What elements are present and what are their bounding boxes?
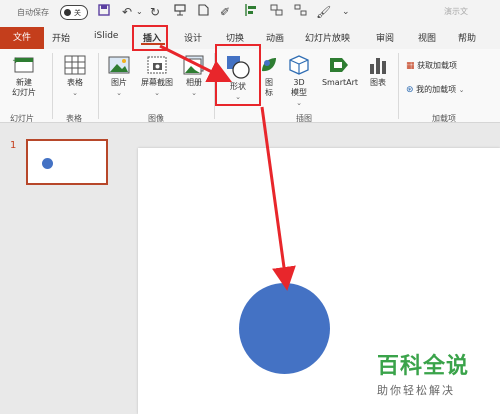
tab-transitions[interactable]: 切换 [226, 31, 244, 44]
group-divider [98, 53, 99, 119]
album-icon [183, 55, 204, 75]
customize-qat-icon[interactable]: ⌄ [342, 4, 350, 20]
smartart-button[interactable]: SmartArt [318, 54, 362, 88]
watermark-title: 百科全说 [377, 354, 470, 379]
cube-icon [289, 55, 309, 75]
screenshot-label: 屏幕截图 [141, 78, 173, 87]
chart-label: 图表 [370, 78, 386, 87]
paint-brush-icon[interactable]: 🖌 [316, 4, 331, 20]
tab-help[interactable]: 帮助 [458, 31, 476, 44]
align-icon[interactable] [244, 4, 258, 20]
chart-icon [370, 58, 386, 74]
album-label: 相册 [186, 78, 202, 87]
thumbnail-circle [42, 158, 53, 169]
group-tables-label: 表格 [66, 114, 82, 123]
picture-button[interactable]: 图片 ⌄ [104, 54, 134, 98]
new-slide-button[interactable]: + 新建 幻灯片 [5, 54, 43, 98]
autosave-label: 自动保存 [17, 8, 49, 17]
my-addins-dropdown-icon: ⌄ [458, 86, 465, 94]
watermark-subtitle: 助你轻松解决 [377, 384, 455, 397]
get-addins-label: 获取加载项 [417, 61, 458, 70]
store-icon: ▦ [406, 61, 415, 71]
get-addins-button[interactable]: ▦ 获取加载项 [406, 61, 500, 71]
group-illustrations-label: 插图 [296, 114, 312, 123]
tab-design[interactable]: 设计 [184, 31, 202, 44]
3d-models-dropdown-icon: ⌄ [296, 99, 302, 107]
quick-access-toolbar: 自动保存 关 ↶ ⌄ ↻ ✐ 🖌 ⌄ 演示文 [0, 0, 500, 27]
new-document-icon[interactable] [198, 4, 209, 20]
undo-icon[interactable]: ↶ [122, 4, 132, 20]
table-button[interactable]: 表格 ⌄ [60, 54, 90, 98]
icons-label: 图 标 [265, 78, 273, 97]
save-icon[interactable] [98, 4, 110, 20]
chart-button[interactable]: 图表 [364, 54, 392, 88]
autosave-state: 关 [74, 9, 81, 17]
3d-models-button[interactable]: 3D 模型 ⌄ [284, 54, 314, 108]
tab-review[interactable]: 审阅 [376, 31, 394, 44]
table-dropdown-icon: ⌄ [72, 89, 78, 97]
3d-models-label: 3D 模型 [291, 78, 307, 97]
format-painter-icon[interactable]: ✐ [220, 4, 230, 20]
circle-shape[interactable] [239, 283, 330, 374]
smartart-label: SmartArt [321, 78, 359, 87]
album-button[interactable]: 相册 ⌄ [180, 54, 208, 98]
picture-dropdown-icon: ⌄ [116, 89, 122, 97]
group-divider [52, 53, 53, 119]
group-addins-label: 加载项 [432, 114, 456, 123]
icons-insert-icon [262, 58, 276, 72]
addins-icon: ⊛ [406, 85, 414, 95]
ungroup-icon[interactable] [294, 4, 307, 20]
tab-view[interactable]: 视图 [418, 31, 436, 44]
tab-slideshow[interactable]: 幻灯片放映 [305, 31, 350, 44]
picture-label: 图片 [111, 78, 127, 87]
screenshot-dropdown-icon: ⌄ [154, 89, 160, 97]
picture-icon [108, 56, 130, 74]
group-images-label: 图像 [148, 114, 164, 123]
table-icon [64, 55, 86, 75]
screenshot-icon [147, 56, 167, 74]
tab-home[interactable]: 开始 [52, 31, 70, 44]
tab-islide[interactable]: iSlide [94, 31, 118, 41]
icons-button[interactable]: 图 标 [258, 54, 280, 98]
shapes-button-highlight [215, 44, 261, 106]
group-divider [398, 53, 399, 119]
slide-thumbnail[interactable] [26, 139, 108, 185]
svg-text:+: + [12, 56, 20, 66]
table-label: 表格 [67, 78, 83, 87]
undo-dropdown-icon[interactable]: ⌄ [136, 4, 143, 20]
my-addins-button[interactable]: ⊛ 我的加载项 ⌄ [406, 85, 500, 95]
tab-animations[interactable]: 动画 [266, 31, 284, 44]
album-dropdown-icon: ⌄ [191, 89, 197, 97]
toggle-knob [64, 9, 71, 16]
group-slides-label: 幻灯片 [10, 114, 34, 123]
watermark: 百科全说 助你轻松解决 [377, 354, 497, 398]
my-addins-label: 我的加载项 [416, 85, 457, 94]
tab-file[interactable]: 文件 [0, 27, 44, 49]
document-title: 演示文 [444, 7, 468, 16]
present-icon[interactable] [174, 4, 186, 20]
insert-tab-highlight [132, 25, 168, 51]
smartart-icon [330, 58, 348, 72]
autosave-toggle[interactable]: 关 [60, 5, 88, 20]
slide-thumbnails-pane: 1 [0, 124, 125, 414]
redo-icon[interactable]: ↻ [150, 4, 160, 20]
slide-number: 1 [10, 140, 17, 151]
screenshot-button[interactable]: 屏幕截图 ⌄ [136, 54, 178, 98]
new-slide-icon: + [12, 56, 34, 73]
new-slide-label: 新建 幻灯片 [12, 78, 36, 97]
group-icon[interactable] [270, 4, 283, 20]
